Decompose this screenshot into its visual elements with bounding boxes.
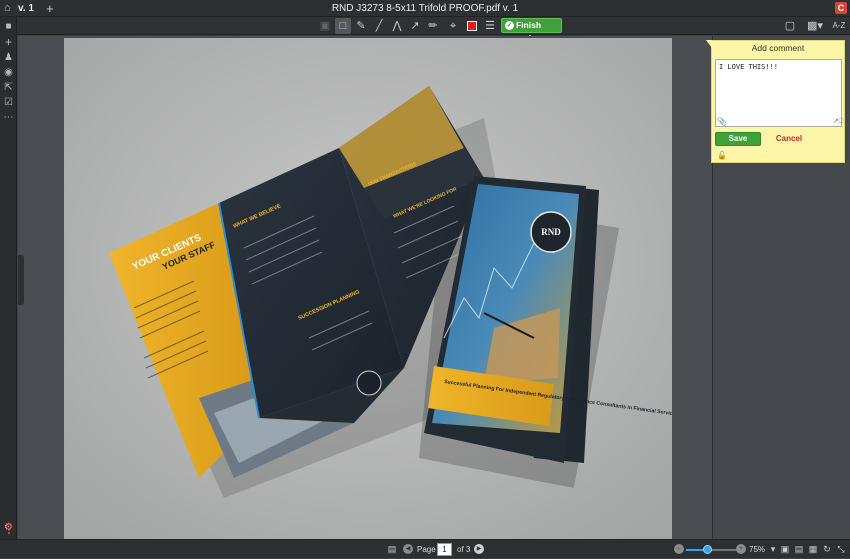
people-icon[interactable]: ♟: [0, 52, 17, 64]
color-swatch[interactable]: [467, 21, 477, 31]
sort-az-button[interactable]: A-Z: [831, 18, 847, 34]
document-title: RND J3273 8-5x11 Trifold PROOF.pdf v. 1: [331, 3, 519, 14]
resize-handle-icon[interactable]: ↗□: [833, 117, 843, 125]
checkmark-icon: ✓: [505, 21, 514, 30]
pages-thumbnail-icon[interactable]: ▤: [386, 543, 398, 555]
finish-review-button[interactable]: ✓ Finish review: [501, 18, 562, 43]
menu-icon[interactable]: ☰: [482, 18, 498, 34]
annotation-toolbar: ▣ □ ✎ ╱ ⋀ ↗ ✏ ⌖ ☰ ✓ Finish review ▢ ▩▾ A…: [17, 17, 850, 43]
brochure-mockup-image: YOUR CLIENTS YOUR STAFF WHAT WE BELIEVE …: [64, 38, 672, 539]
line-icon[interactable]: ╱: [371, 18, 387, 34]
info-icon[interactable]: ◉: [0, 67, 17, 79]
zoom-out-icon[interactable]: −: [674, 544, 684, 554]
panel-toggle-icon[interactable]: ▢: [782, 18, 798, 34]
left-sidebar: ■ + ♟ ◉ ⇱ ☑ ⋯ ⚙: [0, 17, 17, 539]
next-page-icon[interactable]: ▶: [474, 544, 484, 554]
zoom-level: 75%: [749, 545, 766, 554]
fit-width-icon[interactable]: ▤: [793, 543, 805, 555]
crop-icon[interactable]: ⌖: [445, 18, 461, 34]
zoom-in-icon[interactable]: +: [736, 544, 746, 554]
more-icon[interactable]: ⋯: [0, 112, 17, 124]
cover-logo-text: RND: [541, 227, 561, 237]
view-options-icon[interactable]: ▩▾: [804, 18, 826, 34]
pen-icon[interactable]: ✎: [353, 18, 369, 34]
page-count-label: of 3: [457, 545, 471, 554]
fullscreen-icon[interactable]: ⤡: [835, 543, 847, 555]
page-label: Page: [417, 545, 436, 554]
sidebar-splitter-handle[interactable]: [18, 255, 24, 305]
new-tab-plus-icon[interactable]: +: [46, 0, 54, 17]
help-icon[interactable]: ❓: [3, 524, 15, 536]
version-tab[interactable]: v. 1: [18, 0, 40, 17]
title-bar: ⌂ v. 1 + RND J3273 8-5x11 Trifold PROOF.…: [0, 0, 850, 17]
cancel-button[interactable]: Cancel: [768, 133, 810, 146]
arrow-icon[interactable]: ↗: [407, 18, 423, 34]
document-page[interactable]: YOUR CLIENTS YOUR STAFF WHAT WE BELIEVE …: [64, 38, 672, 539]
page-number-input[interactable]: 1: [437, 543, 452, 556]
lock-icon[interactable]: 🔓: [717, 151, 727, 160]
home-icon[interactable]: ⌂: [4, 2, 16, 14]
folder-icon[interactable]: ■: [0, 21, 17, 33]
previous-page-icon[interactable]: ◀: [403, 544, 413, 554]
rectangle-icon[interactable]: □: [335, 18, 351, 34]
highlighter-icon[interactable]: ✏: [425, 18, 441, 34]
attach-paperclip-icon[interactable]: 📎: [717, 117, 727, 126]
crop-disabled-icon: ▣: [319, 20, 331, 32]
share-icon[interactable]: ⇱: [0, 82, 17, 94]
comment-textarea[interactable]: I LOVE THIS!!!: [715, 59, 842, 127]
zoom-dropdown-icon[interactable]: ▾: [767, 543, 779, 555]
zoom-slider-knob[interactable]: [703, 545, 713, 554]
review-icon[interactable]: ☑: [0, 97, 17, 109]
actual-size-icon[interactable]: ▦: [807, 543, 819, 555]
user-avatar-badge[interactable]: C: [835, 2, 847, 14]
add-comment-popup: Add comment I LOVE THIS!!! 📎 ↗□ Save Can…: [706, 40, 845, 163]
bottom-status-bar: ▤ ◀ Page 1 of 3 ▶ − + 75% ▾ ▣ ▤ ▦ ↻ ⤡: [0, 539, 850, 558]
fit-page-icon[interactable]: ▣: [779, 543, 791, 555]
add-icon[interactable]: +: [0, 36, 17, 48]
rotate-icon[interactable]: ↻: [821, 543, 833, 555]
polyline-icon[interactable]: ⋀: [389, 18, 405, 34]
save-button[interactable]: Save: [715, 132, 761, 146]
add-comment-title: Add comment: [751, 43, 805, 53]
